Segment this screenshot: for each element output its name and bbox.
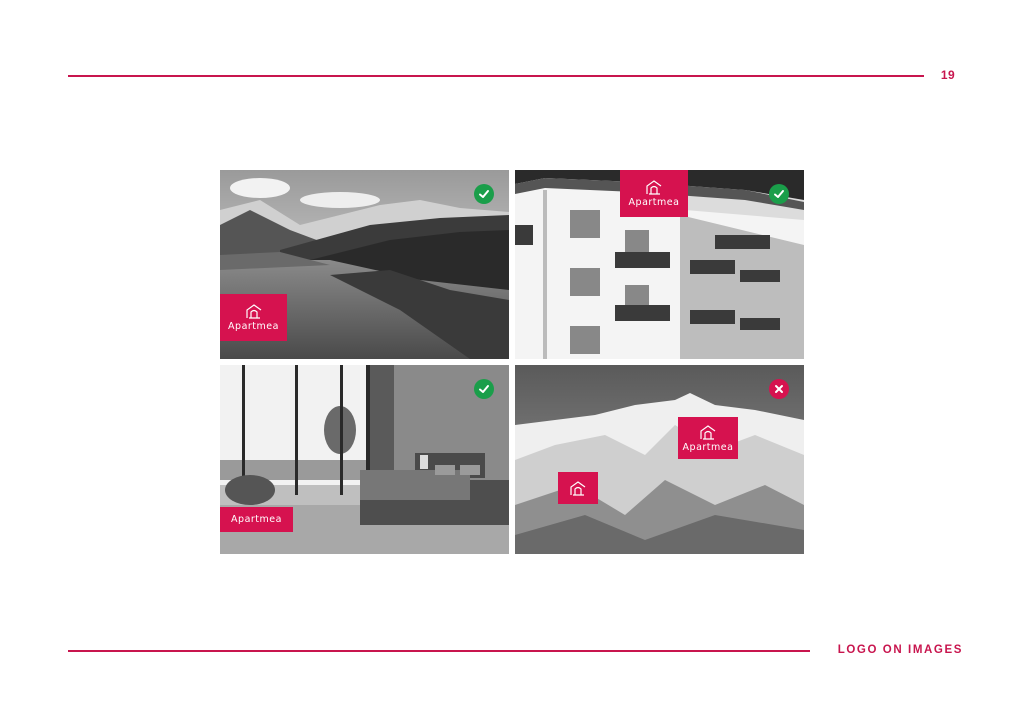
house-logo-icon: [646, 180, 662, 195]
check-icon: [479, 385, 489, 393]
cross-icon: [775, 385, 783, 393]
header-rule: [68, 75, 924, 77]
brand-logo: Apartmea: [620, 170, 688, 217]
check-icon: [774, 190, 784, 198]
section-title: LOGO ON IMAGES: [837, 644, 963, 656]
house-logo-icon: [245, 304, 261, 319]
brand-logo: Apartmea: [220, 294, 287, 341]
snowy-mountains-image: [515, 365, 804, 554]
example-photo-lake-landscape: Apartmea: [220, 170, 509, 359]
check-badge: [769, 184, 789, 204]
logo-wordmark: Apartmea: [628, 197, 680, 209]
footer-rule: [68, 650, 810, 652]
house-logo-icon: [570, 481, 586, 496]
logo-wordmark: Apartmea: [682, 441, 734, 453]
check-badge: [474, 379, 494, 399]
check-badge: [474, 184, 494, 204]
brand-logo-symbol: [558, 472, 598, 504]
cross-badge: [769, 379, 789, 399]
example-photo-snowy-mountains: Apartmea: [515, 365, 804, 554]
brand-logo: Apartmea: [678, 417, 738, 459]
page-number: 19: [940, 68, 956, 82]
check-icon: [479, 190, 489, 198]
example-photo-building: Apartmea: [515, 170, 804, 359]
logo-wordmark: Apartmea: [231, 513, 282, 525]
logo-wordmark: Apartmea: [228, 321, 279, 333]
house-logo-icon: [700, 425, 716, 440]
brand-logo: Apartmea: [220, 507, 293, 532]
example-photo-bedroom: Apartmea: [220, 365, 509, 554]
